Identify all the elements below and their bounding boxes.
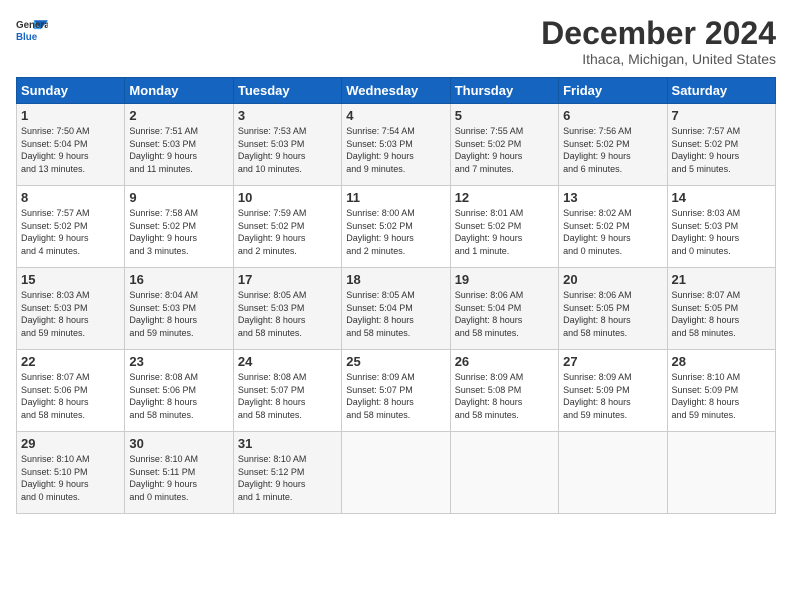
table-row: 27Sunrise: 8:09 AMSunset: 5:09 PMDayligh…: [559, 350, 667, 432]
table-row: 28Sunrise: 8:10 AMSunset: 5:09 PMDayligh…: [667, 350, 775, 432]
col-sunday: Sunday: [17, 78, 125, 104]
table-row: 19Sunrise: 8:06 AMSunset: 5:04 PMDayligh…: [450, 268, 558, 350]
month-title: December 2024: [541, 16, 776, 51]
table-row: 23Sunrise: 8:08 AMSunset: 5:06 PMDayligh…: [125, 350, 233, 432]
table-row: 25Sunrise: 8:09 AMSunset: 5:07 PMDayligh…: [342, 350, 450, 432]
table-row: 21Sunrise: 8:07 AMSunset: 5:05 PMDayligh…: [667, 268, 775, 350]
header-row: Sunday Monday Tuesday Wednesday Thursday…: [17, 78, 776, 104]
table-row: 29Sunrise: 8:10 AMSunset: 5:10 PMDayligh…: [17, 432, 125, 514]
table-row: 13Sunrise: 8:02 AMSunset: 5:02 PMDayligh…: [559, 186, 667, 268]
logo-icon: General Blue: [16, 16, 48, 44]
table-row: 16Sunrise: 8:04 AMSunset: 5:03 PMDayligh…: [125, 268, 233, 350]
col-friday: Friday: [559, 78, 667, 104]
table-row: 11Sunrise: 8:00 AMSunset: 5:02 PMDayligh…: [342, 186, 450, 268]
col-wednesday: Wednesday: [342, 78, 450, 104]
table-row: 4Sunrise: 7:54 AMSunset: 5:03 PMDaylight…: [342, 104, 450, 186]
location: Ithaca, Michigan, United States: [541, 51, 776, 67]
header: General Blue December 2024 Ithaca, Michi…: [16, 16, 776, 67]
table-row: 26Sunrise: 8:09 AMSunset: 5:08 PMDayligh…: [450, 350, 558, 432]
table-row: 9Sunrise: 7:58 AMSunset: 5:02 PMDaylight…: [125, 186, 233, 268]
table-row: 18Sunrise: 8:05 AMSunset: 5:04 PMDayligh…: [342, 268, 450, 350]
table-row: 30Sunrise: 8:10 AMSunset: 5:11 PMDayligh…: [125, 432, 233, 514]
table-row: 1Sunrise: 7:50 AMSunset: 5:04 PMDaylight…: [17, 104, 125, 186]
col-saturday: Saturday: [667, 78, 775, 104]
table-row: 6Sunrise: 7:56 AMSunset: 5:02 PMDaylight…: [559, 104, 667, 186]
table-row: 15Sunrise: 8:03 AMSunset: 5:03 PMDayligh…: [17, 268, 125, 350]
col-tuesday: Tuesday: [233, 78, 341, 104]
table-row: 8Sunrise: 7:57 AMSunset: 5:02 PMDaylight…: [17, 186, 125, 268]
table-row: 24Sunrise: 8:08 AMSunset: 5:07 PMDayligh…: [233, 350, 341, 432]
table-row: 14Sunrise: 8:03 AMSunset: 5:03 PMDayligh…: [667, 186, 775, 268]
svg-text:General: General: [16, 20, 48, 31]
svg-text:Blue: Blue: [16, 32, 38, 43]
table-row: 10Sunrise: 7:59 AMSunset: 5:02 PMDayligh…: [233, 186, 341, 268]
table-row: [450, 432, 558, 514]
table-row: 2Sunrise: 7:51 AMSunset: 5:03 PMDaylight…: [125, 104, 233, 186]
table-row: [667, 432, 775, 514]
page-container: General Blue December 2024 Ithaca, Michi…: [0, 0, 792, 522]
table-row: 7Sunrise: 7:57 AMSunset: 5:02 PMDaylight…: [667, 104, 775, 186]
table-row: 20Sunrise: 8:06 AMSunset: 5:05 PMDayligh…: [559, 268, 667, 350]
table-row: 12Sunrise: 8:01 AMSunset: 5:02 PMDayligh…: [450, 186, 558, 268]
col-thursday: Thursday: [450, 78, 558, 104]
table-row: 17Sunrise: 8:05 AMSunset: 5:03 PMDayligh…: [233, 268, 341, 350]
col-monday: Monday: [125, 78, 233, 104]
table-row: 5Sunrise: 7:55 AMSunset: 5:02 PMDaylight…: [450, 104, 558, 186]
table-row: 31Sunrise: 8:10 AMSunset: 5:12 PMDayligh…: [233, 432, 341, 514]
calendar-table: Sunday Monday Tuesday Wednesday Thursday…: [16, 77, 776, 514]
title-block: December 2024 Ithaca, Michigan, United S…: [541, 16, 776, 67]
table-row: [559, 432, 667, 514]
table-row: 22Sunrise: 8:07 AMSunset: 5:06 PMDayligh…: [17, 350, 125, 432]
table-row: 3Sunrise: 7:53 AMSunset: 5:03 PMDaylight…: [233, 104, 341, 186]
table-row: [342, 432, 450, 514]
logo: General Blue: [16, 16, 48, 44]
